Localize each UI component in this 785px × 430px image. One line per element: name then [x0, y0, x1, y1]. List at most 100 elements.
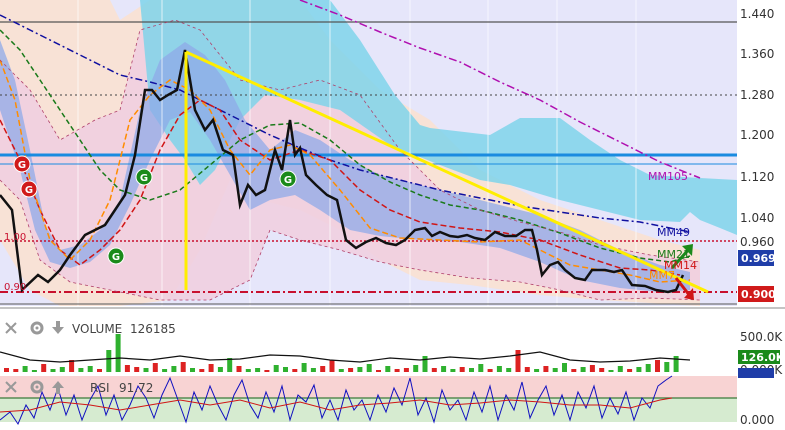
svg-text:G: G [284, 175, 292, 186]
volume-bar [459, 367, 465, 372]
volume-bar [115, 334, 121, 372]
volume-bar [422, 356, 428, 372]
sell-signal-marker[interactable]: G [13, 155, 31, 173]
volume-bar [431, 368, 437, 372]
volume-bar [636, 367, 642, 372]
volume-bar [134, 367, 140, 372]
mm49-label: MM49 [657, 226, 690, 239]
svg-text:G: G [18, 160, 26, 171]
volume-bar [171, 366, 177, 372]
volume-bar [50, 369, 56, 372]
volume-bar [441, 366, 447, 372]
volume-bar [124, 365, 130, 372]
rsi-oversold-zone [0, 398, 737, 422]
y-tick-label: 1.440 [740, 7, 774, 21]
volume-title: VOLUME [72, 322, 122, 336]
volume-bar [31, 370, 37, 372]
volume-bar [589, 365, 595, 372]
volume-bar [617, 366, 623, 372]
price-axis: 1.440 1.360 1.280 1.200 1.120 1.040 0.96… [737, 0, 785, 306]
buy-signal-marker[interactable]: G [107, 247, 125, 265]
volume-bar [87, 366, 93, 372]
svg-text:G: G [140, 173, 148, 184]
volume-bar [310, 368, 316, 372]
rsi-axis: 0.000 [737, 368, 785, 430]
y-tick-label: 1.120 [740, 170, 774, 184]
volume-bar [562, 363, 567, 372]
volume-bar [338, 369, 344, 372]
volume-bar [376, 370, 381, 372]
volume-bar [199, 369, 205, 372]
volume-bar [78, 368, 84, 372]
volume-bar [487, 369, 493, 372]
svg-text:G: G [25, 185, 33, 196]
volume-bar [385, 366, 391, 372]
buy-signal-marker[interactable]: G [279, 170, 297, 188]
volume-bar [403, 368, 409, 372]
y-tick-label: 1.200 [740, 128, 774, 142]
volume-bar [301, 363, 307, 372]
sell-signal-marker[interactable]: G [20, 180, 38, 198]
volume-bar [13, 369, 19, 372]
level-price-tag: 0.900 [738, 286, 776, 302]
volume-bar [106, 350, 112, 372]
volume-axis: 500.0K 126.0K 0.000K [737, 310, 785, 377]
volume-bar [496, 366, 502, 372]
volume-bar [41, 364, 47, 372]
price-panel: MM105 MM49 MM21 MM14 MM7 1.00 0.90 G G G… [0, 0, 737, 306]
volume-bar [580, 367, 586, 372]
y-tick-label: 1.040 [740, 211, 774, 225]
volume-value: 126185 [130, 322, 176, 336]
volume-bar [283, 367, 288, 372]
buy-signal-marker[interactable]: G [135, 168, 153, 186]
gear-icon[interactable] [30, 321, 44, 335]
rsi-tag [738, 368, 774, 378]
volume-bar [59, 367, 65, 372]
volume-bar [450, 369, 456, 372]
volume-bar [329, 360, 335, 372]
volume-bar [4, 368, 9, 372]
volume-bar [543, 366, 549, 372]
gear-icon[interactable] [30, 380, 44, 394]
volume-bar [264, 370, 270, 372]
volume-bar [190, 368, 195, 372]
volume-bar [664, 362, 670, 372]
y-tick-label: 1.360 [740, 47, 774, 61]
volume-bar [217, 367, 223, 372]
volume-bar [394, 369, 400, 372]
volume-bar [478, 364, 484, 372]
y-tick-label: 1.280 [740, 88, 774, 102]
mm105-label: MM105 [648, 170, 688, 183]
volume-bar [655, 360, 660, 372]
volume-bar [348, 368, 354, 372]
volume-bar [552, 368, 558, 372]
volume-bar [599, 368, 605, 372]
volume-bar [143, 368, 149, 372]
volume-bar [292, 369, 298, 372]
volume-bar [227, 358, 233, 372]
last-price-tag: 0.969 [738, 250, 776, 266]
volume-bar [506, 368, 512, 372]
level-label-1: 1.00 [4, 232, 26, 243]
volume-bar [22, 366, 28, 372]
y-tick-label: 0.960 [740, 235, 774, 249]
volume-bar [255, 368, 261, 372]
volume-bar [524, 367, 530, 372]
svg-text:G: G [112, 252, 120, 263]
volume-bar [180, 362, 186, 372]
level-label-2: 0.90 [4, 282, 26, 293]
chart-stage: MM105 MM49 MM21 MM14 MM7 1.00 0.90 G G G… [0, 0, 785, 430]
rsi-panel [0, 374, 737, 430]
volume-bar [469, 368, 474, 372]
volume-bar [357, 367, 363, 372]
volume-bar [627, 369, 633, 372]
volume-bar [208, 364, 214, 372]
volume-bar [366, 364, 372, 372]
mm7-label: MM7 [649, 269, 675, 282]
volume-bar [645, 364, 651, 372]
volume-bar [534, 369, 540, 372]
volume-bar [273, 365, 279, 372]
volume-bar [97, 369, 102, 372]
rsi-axis-min: 0.000 [740, 413, 774, 427]
svg-text:0.900: 0.900 [741, 288, 776, 301]
